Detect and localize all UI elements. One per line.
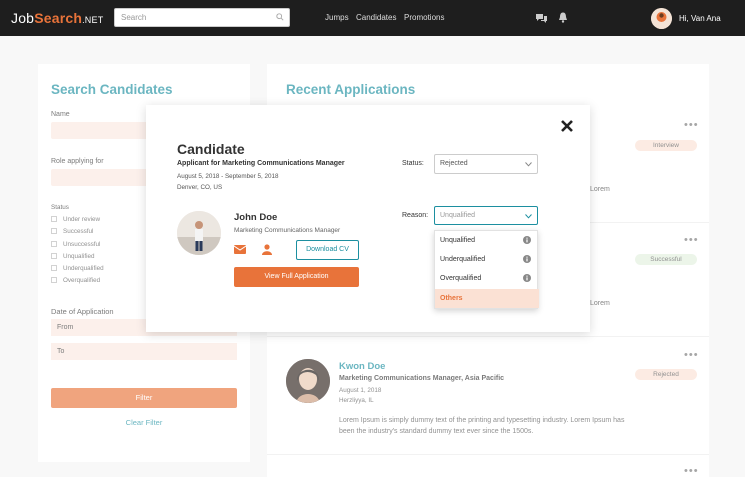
info-icon[interactable] [523, 236, 531, 244]
person-icon[interactable] [262, 244, 272, 255]
modal-subtitle: Applicant for Marketing Communications M… [177, 160, 345, 167]
info-icon[interactable] [523, 255, 531, 263]
search-icon[interactable] [276, 13, 284, 21]
mail-icon[interactable] [234, 245, 246, 254]
dropdown-option-overqualified[interactable]: Overqualified [435, 269, 539, 288]
user-greeting[interactable]: Hi, Van Ana [679, 14, 721, 23]
dropdown-option-unqualified[interactable]: Unqualified [435, 231, 539, 250]
candidate-role: Marketing Communications Manager [234, 227, 341, 234]
reason-select[interactable]: Unqualified [434, 206, 538, 225]
modal-title: Candidate [177, 141, 245, 157]
candidate-name: John Doe [234, 212, 278, 223]
status-select[interactable]: Rejected [434, 154, 538, 174]
download-cv-button[interactable]: Download CV [296, 240, 359, 260]
view-full-application-button[interactable]: View Full Application [234, 267, 359, 287]
logo[interactable]: JobSearch.NET [11, 10, 103, 26]
application-period: August 5, 2018 - September 5, 2018 [177, 173, 279, 180]
avatar [177, 211, 221, 255]
chevron-down-icon [525, 214, 532, 219]
nav-link-jumps[interactable]: Jumps [325, 13, 349, 22]
job-location: Denver, CO, US [177, 184, 223, 191]
reason-dropdown-menu: Unqualified Underqualified Overqualified… [434, 230, 539, 309]
chevron-down-icon [525, 162, 532, 167]
nav-link-candidates[interactable]: Candidates [356, 13, 396, 22]
top-nav: JobSearch.NET Jumps Candidates Promotion… [0, 0, 745, 36]
dropdown-option-others[interactable]: Others [435, 289, 539, 308]
info-icon[interactable] [523, 274, 531, 282]
chat-icon[interactable] [536, 13, 547, 23]
dropdown-option-underqualified[interactable]: Underqualified [435, 250, 539, 269]
nav-link-promotions[interactable]: Promotions [404, 13, 444, 22]
reason-label: Reason: [402, 212, 429, 219]
close-icon[interactable] [560, 119, 574, 133]
user-avatar[interactable] [651, 8, 672, 29]
status-label: Status: [402, 160, 424, 167]
search-input[interactable] [114, 8, 290, 27]
bell-icon[interactable] [558, 12, 568, 23]
